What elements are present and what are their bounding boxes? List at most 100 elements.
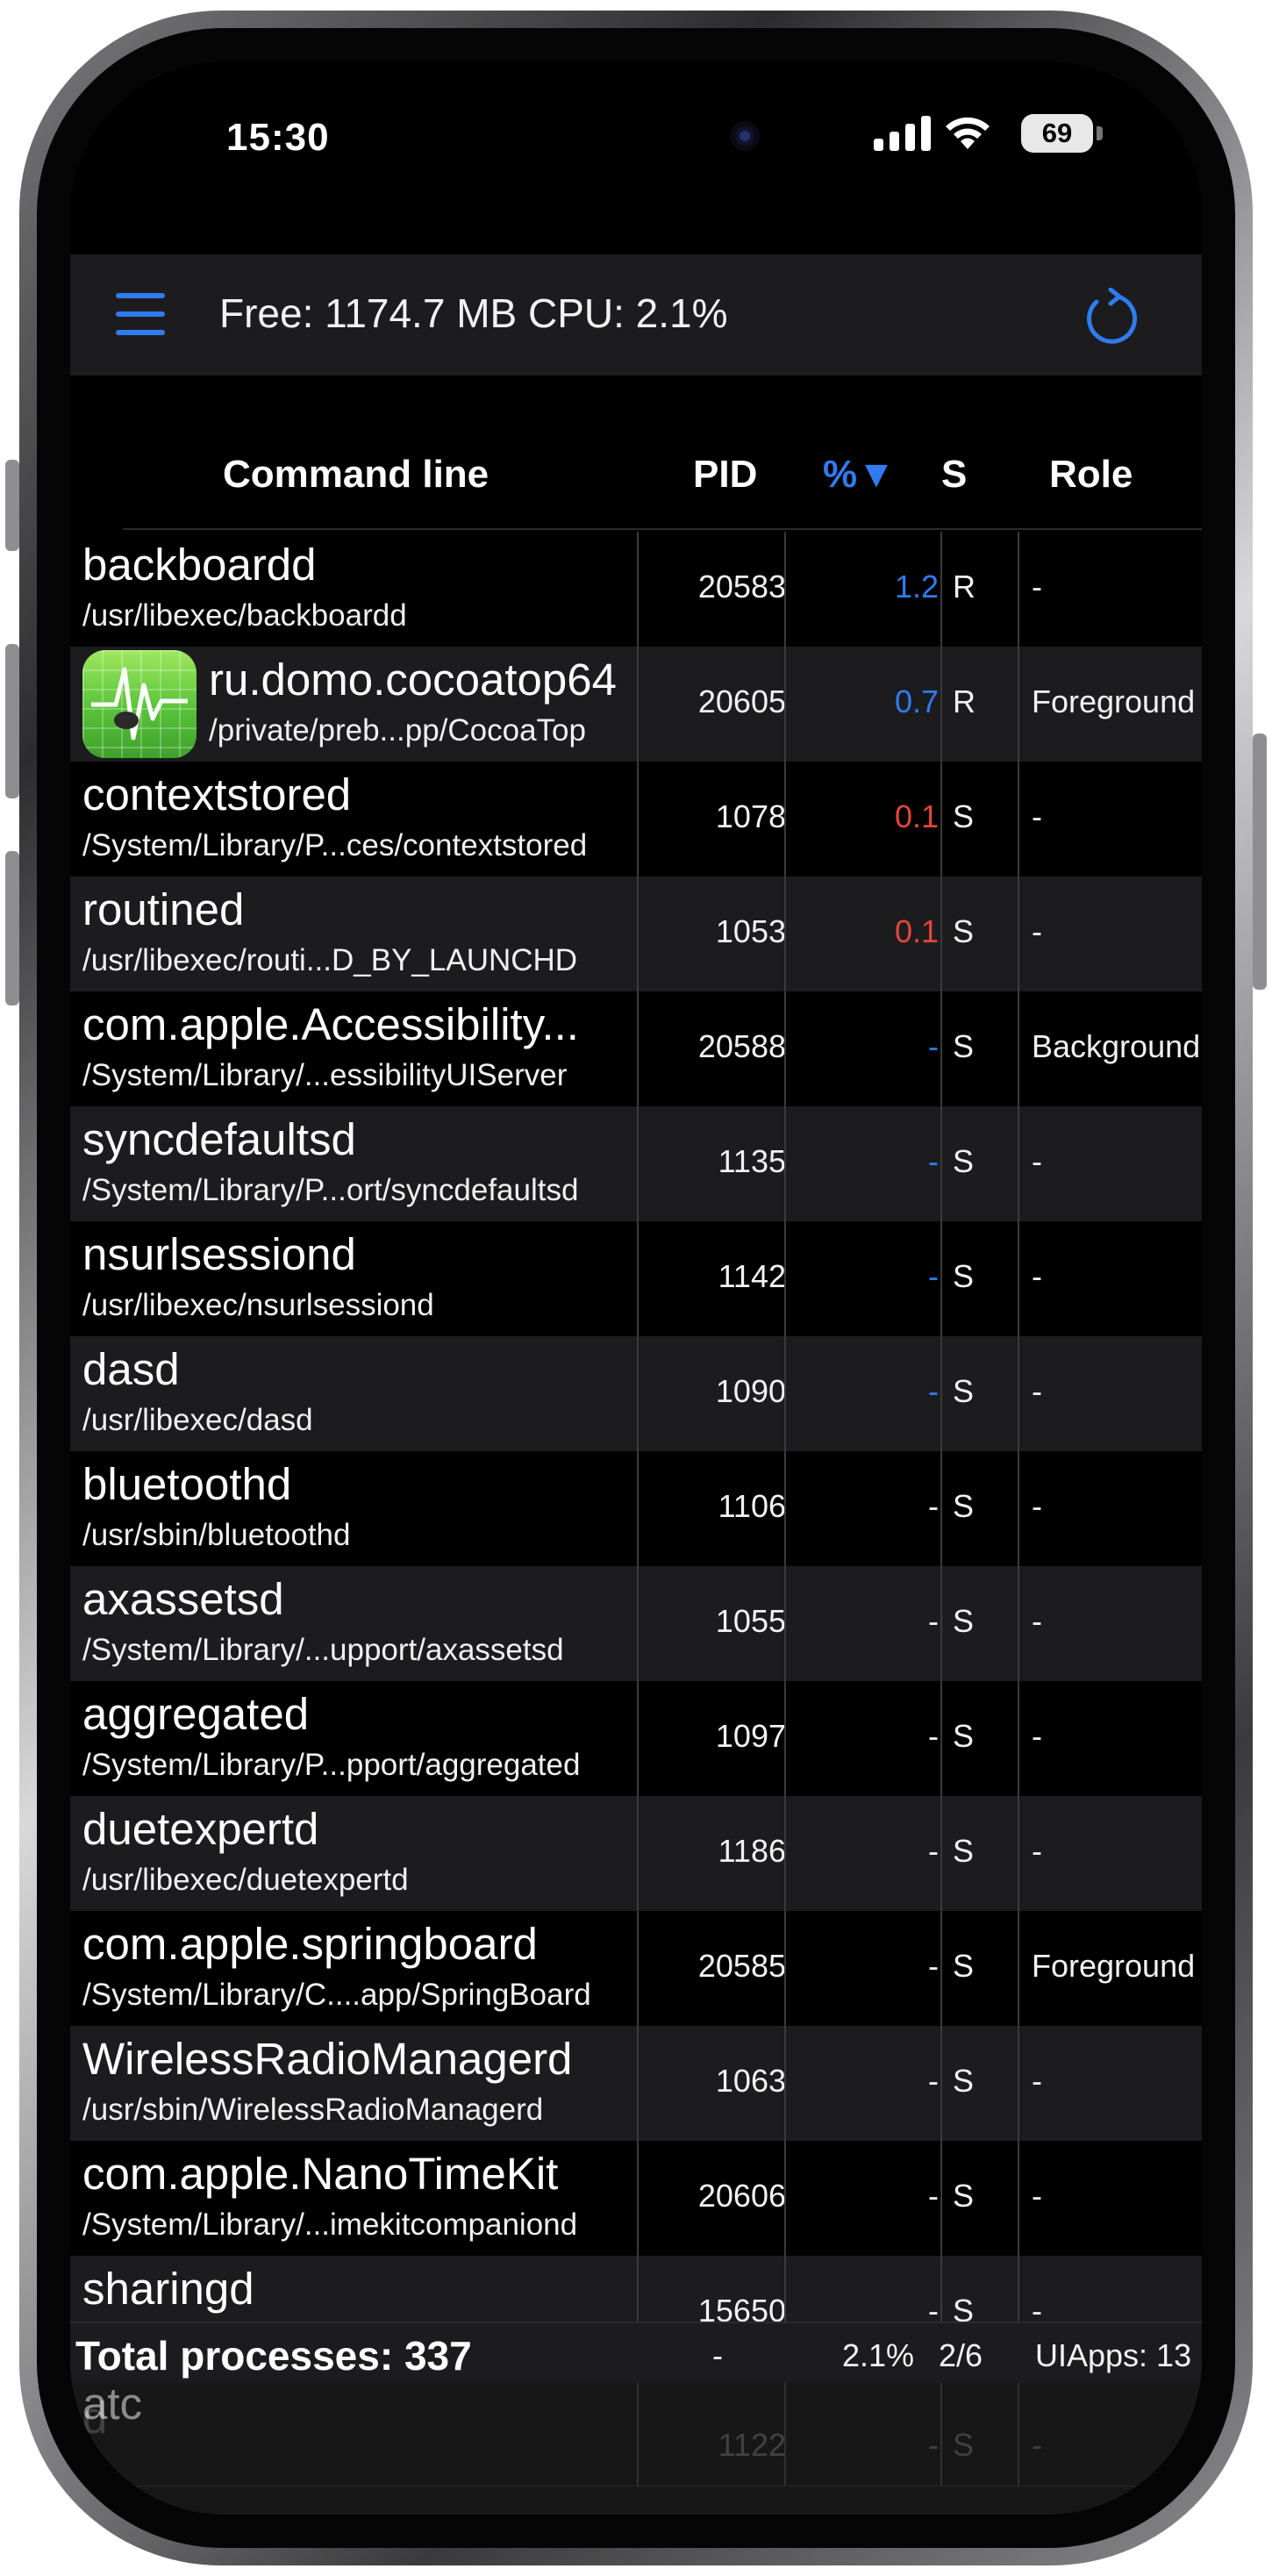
volume-down-button bbox=[5, 851, 19, 1005]
process-pid: 1097 bbox=[715, 1718, 786, 1754]
process-row[interactable]: com.apple.springboard/System/Library/C..… bbox=[70, 1911, 1202, 2027]
process-cpu: - bbox=[928, 2178, 939, 2214]
process-row[interactable]: WirelessRadioManagerd/usr/sbin/WirelessR… bbox=[70, 2026, 1202, 2142]
footer-pid: - bbox=[712, 2337, 723, 2373]
column-separator bbox=[637, 1911, 639, 2026]
cocoatop-app-icon bbox=[82, 650, 197, 758]
column-separator bbox=[637, 1566, 639, 1681]
process-cpu: 0.1 bbox=[894, 798, 939, 834]
process-state: R bbox=[953, 683, 975, 719]
process-row[interactable]: aggregated/System/Library/P...pport/aggr… bbox=[70, 1681, 1202, 1797]
status-bar: 15:30 69 bbox=[70, 61, 1202, 254]
column-separator bbox=[940, 1221, 942, 1336]
column-separator bbox=[784, 1336, 786, 1451]
process-row[interactable]: bluetoothd/usr/sbin/bluetoothd 1106- S - bbox=[70, 1451, 1202, 1567]
process-row[interactable]: ru.domo.cocoatop64/private/preb...pp/Coc… bbox=[70, 647, 1202, 762]
process-path: /usr/sbin/bluetoothd bbox=[82, 1518, 351, 1552]
process-cpu: - bbox=[928, 1603, 939, 1639]
process-row[interactable]: contextstored/System/Library/P...ces/con… bbox=[70, 762, 1202, 877]
process-cpu: - bbox=[928, 1373, 939, 1409]
footer-cpu-total: 2.1% bbox=[842, 2337, 915, 2373]
column-separator bbox=[1018, 991, 1019, 1106]
process-path: /System/Library/...imekitcompaniond bbox=[82, 2207, 578, 2242]
column-separator bbox=[784, 2026, 786, 2141]
column-separator bbox=[784, 532, 786, 647]
process-role: - bbox=[1032, 1603, 1042, 1639]
column-separator bbox=[1018, 877, 1019, 991]
process-cpu: - bbox=[928, 1028, 939, 1064]
process-path: /usr/libexec/dasd bbox=[82, 1403, 313, 1437]
column-header-cpu-sorted[interactable]: %▼ bbox=[823, 453, 896, 497]
process-pid: 1078 bbox=[715, 798, 786, 834]
process-cpu: - bbox=[928, 1143, 939, 1179]
column-separator bbox=[1018, 1566, 1019, 1681]
process-name: ru.domo.cocoatop64 bbox=[209, 655, 617, 705]
process-row[interactable]: axassetsd/System/Library/...upport/axass… bbox=[70, 1566, 1202, 1682]
process-row[interactable]: routined/usr/libexec/routi...D_BY_LAUNCH… bbox=[70, 877, 1202, 992]
process-state: S bbox=[953, 1718, 975, 1754]
process-pid: 20605 bbox=[697, 683, 786, 719]
process-role: - bbox=[1032, 1718, 1042, 1754]
process-path: /System/Library/P...pport/aggregated bbox=[82, 1748, 581, 1782]
process-cpu: - bbox=[928, 1948, 939, 1984]
process-role: - bbox=[1032, 1373, 1042, 1409]
total-processes: Total processes: 337 bbox=[75, 2333, 472, 2379]
process-state: S bbox=[953, 1488, 975, 1524]
process-state: S bbox=[953, 2063, 975, 2099]
column-separator bbox=[637, 2141, 639, 2256]
column-separator bbox=[1018, 647, 1019, 762]
column-separator bbox=[784, 1796, 786, 1911]
process-state: S bbox=[953, 1373, 975, 1409]
process-name: routined bbox=[82, 884, 245, 934]
column-separator bbox=[1018, 2026, 1019, 2141]
column-separator bbox=[784, 1681, 786, 1796]
front-camera bbox=[730, 121, 760, 151]
process-row[interactable]: dasd/usr/libexec/dasd 1090- S - bbox=[70, 1336, 1202, 1452]
phone-screen: 15:30 69 Free: 1174.7 MB CPU: 2.1% Comma… bbox=[70, 61, 1202, 2515]
process-row[interactable]: com.apple.NanoTimeKit/System/Library/...… bbox=[70, 2141, 1202, 2257]
column-separator bbox=[784, 1566, 786, 1681]
process-path: /private/preb...pp/CocoaTop bbox=[209, 713, 586, 748]
process-pid: 1063 bbox=[715, 2063, 786, 2099]
process-state: S bbox=[953, 798, 975, 834]
process-role: - bbox=[1032, 798, 1042, 834]
column-separator bbox=[1018, 1106, 1019, 1221]
column-separator bbox=[940, 1336, 942, 1451]
column-separator bbox=[1018, 2141, 1019, 2256]
process-row[interactable]: com.apple.Accessibility... /System/Librar… bbox=[70, 991, 1202, 1107]
column-separator bbox=[784, 762, 786, 877]
column-separator bbox=[940, 532, 942, 647]
process-role: Foreground bbox=[1032, 683, 1196, 719]
process-name: axassetsd bbox=[82, 1574, 284, 1624]
process-role: - bbox=[1032, 2427, 1042, 2463]
process-row[interactable]: syncdefaultsd/System/Library/P...ort/syn… bbox=[70, 1106, 1202, 1222]
process-name: com.apple.Accessibility... bbox=[82, 999, 579, 1049]
column-header-pid[interactable]: PID bbox=[693, 453, 757, 497]
process-row[interactable]: nsurlsessiond/usr/libexec/nsurlsessiond 1… bbox=[70, 1221, 1202, 1337]
table-header: Command line PID %▼ S Role bbox=[70, 376, 1202, 530]
process-pid: 1186 bbox=[718, 1833, 786, 1869]
process-cpu: - bbox=[928, 1258, 939, 1294]
process-row[interactable]: backboardd/usr/libexec/backboardd 20583 1.… bbox=[70, 532, 1202, 648]
process-path: /System/Library/...essibilityUIServer bbox=[82, 1058, 568, 1092]
column-header-command[interactable]: Command line bbox=[223, 453, 489, 497]
column-separator bbox=[940, 1566, 942, 1681]
process-path: /System/Library/P...ort/syncdefaultsd bbox=[82, 1173, 579, 1207]
column-separator bbox=[637, 1796, 639, 1911]
process-row[interactable]: duetexpertd/usr/libexec/duetexpertd 1186 -… bbox=[70, 1796, 1202, 1912]
process-pid: 1106 bbox=[718, 1488, 786, 1524]
column-separator bbox=[784, 877, 786, 991]
column-header-role[interactable]: Role bbox=[1049, 453, 1133, 497]
process-state: S bbox=[953, 1143, 975, 1179]
column-separator bbox=[940, 991, 942, 1106]
refresh-icon[interactable] bbox=[1083, 288, 1139, 346]
partial-row: d 1122 - S - bbox=[70, 2383, 1202, 2515]
column-separator bbox=[784, 991, 786, 1106]
process-name: contextstored bbox=[82, 769, 352, 819]
column-separator bbox=[1018, 1221, 1019, 1336]
column-header-state[interactable]: S bbox=[941, 453, 967, 497]
process-state: R bbox=[953, 569, 975, 605]
process-path: /System/Library/P...ces/contextstored bbox=[82, 828, 588, 862]
action-button bbox=[5, 460, 19, 551]
menu-icon[interactable] bbox=[116, 293, 165, 335]
